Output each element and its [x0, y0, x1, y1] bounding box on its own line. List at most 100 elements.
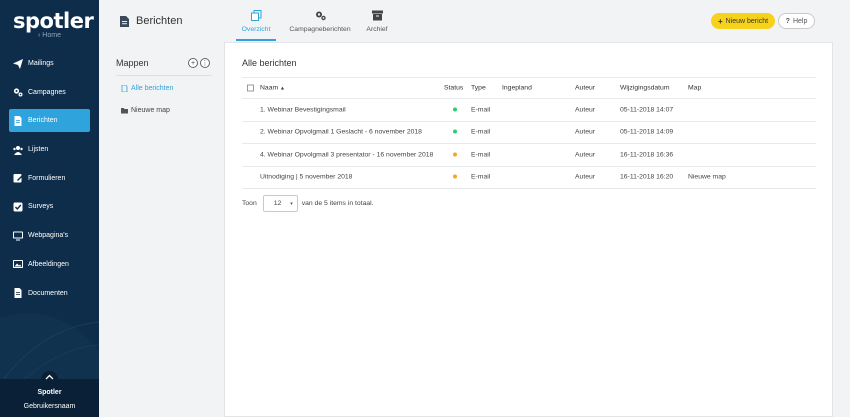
folder-item-nieuwe-map[interactable]: Nieuwe map: [121, 107, 170, 114]
tab-archief[interactable]: Archief: [364, 8, 390, 41]
tab-overzicht[interactable]: Overzicht: [236, 8, 276, 41]
tab-label: Overzicht: [241, 26, 271, 33]
sidebar-item-lijsten[interactable]: Lijsten: [9, 138, 90, 161]
help-button[interactable]: ? Help: [778, 13, 815, 29]
help-label: Help: [792, 17, 808, 25]
sidebar-item-formulieren[interactable]: Formulieren: [9, 167, 90, 190]
message-modified: 16-11-2018 16:36: [620, 151, 674, 159]
sidebar-item-label: Webpagina's: [28, 232, 69, 240]
status-indicator: [453, 151, 457, 158]
column-header-modified[interactable]: Wijzigingsdatum: [620, 85, 669, 92]
folder-options-button[interactable]: ⋮: [200, 58, 210, 68]
question-icon: ?: [785, 17, 790, 25]
document-icon: [120, 15, 129, 27]
sidebar-item-afbeeldingen[interactable]: Afbeeldingen: [9, 253, 90, 276]
page-title-text: Berichten: [136, 15, 183, 27]
column-header-status[interactable]: Status: [444, 85, 463, 92]
message-folder[interactable]: Nieuwe map: [688, 174, 726, 181]
tab-campagneberichten[interactable]: Campagneberichten: [288, 8, 352, 41]
sidebar-footer[interactable]: Spotler Gebruikersnaam: [0, 371, 99, 417]
account-name: Spotler: [37, 389, 62, 396]
column-header-scheduled[interactable]: Ingepland: [502, 85, 532, 92]
message-name[interactable]: 2. Webinar Opvolgmail 1 Geslacht - 6 nov…: [260, 129, 422, 136]
sidebar-item-documenten[interactable]: Documenten: [9, 282, 90, 305]
sort-ascending-icon: ▲: [280, 85, 285, 92]
pagination: Toon 12 ▾ van de 5 items in totaal.: [242, 195, 374, 212]
table-row[interactable]: Uitnodiging | 5 november 2018 E-mail Aut…: [242, 167, 816, 189]
tab-label: Archief: [366, 26, 388, 33]
sidebar-item-label: Afbeeldingen: [28, 260, 69, 268]
message-type: E-mail: [471, 106, 491, 114]
messages-table: Naam ▲ Status Type Ingepland Auteur Wijz…: [242, 77, 816, 189]
message-name[interactable]: 4. Webinar Opvolgmail 3 presentator - 16…: [260, 151, 433, 158]
divider: [116, 75, 212, 76]
new-message-label: Nieuw bericht: [725, 17, 769, 25]
table-header: Naam ▲ Status Type Ingepland Auteur Wijz…: [242, 77, 816, 99]
users-icon: [13, 145, 23, 155]
pager-prefix: Toon: [242, 200, 257, 207]
monitor-icon: [13, 231, 23, 241]
sidebar-item-label: Documenten: [28, 289, 68, 297]
sidebar-item-label: Campagnes: [28, 88, 66, 96]
user-name: Gebruikersnaam: [23, 403, 76, 410]
sidebar-item-webpaginas[interactable]: Webpagina's: [9, 224, 90, 247]
message-name[interactable]: 1. Webinar Bevestigingsmail: [260, 106, 346, 113]
select-all-checkbox[interactable]: [247, 84, 254, 92]
message-modified: 05-11-2018 14:07: [620, 106, 674, 114]
sidebar-item-mailings[interactable]: Mailings: [9, 52, 90, 75]
document-icon: [121, 85, 128, 92]
status-indicator: [453, 129, 457, 136]
page-size-value: 12: [273, 200, 282, 207]
pager-summary: van de 5 items in totaal.: [301, 200, 374, 207]
status-indicator: [453, 106, 457, 113]
message-type: E-mail: [471, 128, 491, 136]
document-icon: [14, 115, 22, 126]
archive-icon: [371, 10, 383, 21]
chevron-up-icon: [45, 374, 54, 380]
sidebar-item-label: Formulieren: [28, 174, 66, 182]
column-header-type[interactable]: Type: [471, 85, 486, 92]
edit-icon: [13, 174, 23, 183]
paper-plane-icon: [13, 58, 23, 69]
column-header-author[interactable]: Auteur: [575, 85, 595, 92]
message-name[interactable]: Uitnodiging | 5 november 2018: [260, 174, 352, 181]
sidebar-item-label: Berichten: [28, 117, 58, 125]
home-link[interactable]: ‹ Home: [0, 32, 99, 39]
folder-label: Nieuwe map: [131, 107, 170, 114]
plus-icon: +: [717, 16, 723, 26]
spotler-logo[interactable]: spotler: [13, 9, 94, 33]
message-author: Auteur: [575, 151, 596, 159]
table-row[interactable]: 2. Webinar Opvolgmail 1 Geslacht - 6 nov…: [242, 122, 816, 144]
chevron-down-icon: ▾: [290, 200, 293, 207]
collapse-toggle[interactable]: [41, 371, 58, 388]
tab-label: Campagneberichten: [289, 26, 351, 33]
sidebar-item-label: Lijsten: [28, 146, 49, 154]
sidebar-nav: Mailings Campagnes Berichten Lijsten For…: [0, 52, 99, 310]
new-message-button[interactable]: + Nieuw bericht: [711, 13, 775, 29]
gears-icon: [315, 11, 326, 21]
page-size-select[interactable]: 12 ▾: [262, 195, 298, 212]
sidebar-item-surveys[interactable]: Surveys: [9, 195, 90, 218]
copy-icon: [250, 10, 261, 21]
sidebar-item-label: Mailings: [28, 60, 54, 67]
message-author: Auteur: [575, 128, 596, 136]
folder-label: Alle berichten: [131, 85, 174, 92]
folder-item-alle-berichten[interactable]: Alle berichten: [121, 85, 173, 92]
sidebar: spotler ‹ Home Mailings Campagnes Berich…: [0, 0, 99, 417]
add-folder-button[interactable]: +: [188, 58, 198, 68]
sidebar-item-berichten[interactable]: Berichten: [9, 109, 90, 133]
column-header-name[interactable]: Naam ▲: [260, 85, 285, 92]
sidebar-item-label: Surveys: [28, 203, 54, 211]
image-icon: [13, 260, 23, 269]
message-author: Auteur: [575, 106, 596, 114]
gears-icon: [13, 88, 23, 97]
column-header-folder[interactable]: Map: [688, 85, 701, 92]
check-square-icon: [13, 202, 23, 212]
panel-title: Alle berichten: [242, 58, 297, 68]
table-row[interactable]: 4. Webinar Opvolgmail 3 presentator - 16…: [242, 144, 816, 167]
sidebar-item-campagnes[interactable]: Campagnes: [9, 81, 90, 104]
messages-panel: Alle berichten Naam ▲ Status Type Ingepl…: [224, 42, 833, 417]
message-modified: 05-11-2018 14:09: [620, 128, 674, 136]
table-row[interactable]: 1. Webinar Bevestigingsmail E-mail Auteu…: [242, 99, 816, 122]
status-indicator: [453, 174, 457, 181]
